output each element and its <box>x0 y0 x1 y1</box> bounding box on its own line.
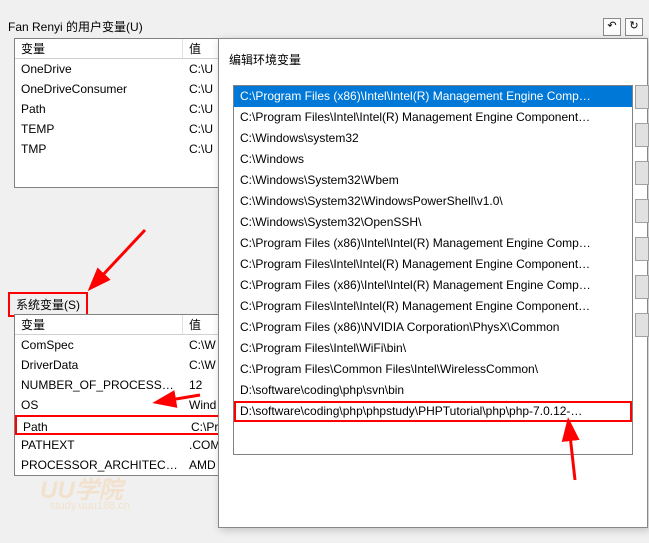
env-vars-window: Fan Renyi 的用户变量(U) ↶ ↻ 变量 值 OneDriveC:\U… <box>0 0 649 543</box>
dialog-button-5[interactable] <box>635 237 649 261</box>
path-item[interactable]: C:\Program Files\Intel\Intel(R) Manageme… <box>234 254 632 275</box>
path-item[interactable]: C:\Program Files (x86)\Intel\Intel(R) Ma… <box>234 275 632 296</box>
path-item[interactable]: C:\Program Files\Common Files\Intel\Wire… <box>234 359 632 380</box>
path-item[interactable]: C:\Windows\System32\OpenSSH\ <box>234 212 632 233</box>
path-item[interactable]: D:\software\coding\php\svn\bin <box>234 380 632 401</box>
path-item[interactable]: C:\Program Files (x86)\Intel\Intel(R) Ma… <box>234 233 632 254</box>
undo-button[interactable]: ↶ <box>603 18 621 36</box>
dialog-button-2[interactable] <box>635 123 649 147</box>
var-name: DriverData <box>15 355 183 375</box>
dialog-button-3[interactable] <box>635 161 649 185</box>
var-name: Path <box>17 417 185 433</box>
path-item[interactable]: C:\Program Files\Intel\Intel(R) Manageme… <box>234 296 632 317</box>
column-variable[interactable]: 变量 <box>15 315 183 334</box>
path-item[interactable]: C:\Program Files (x86)\NVIDIA Corporatio… <box>234 317 632 338</box>
dialog-button-1[interactable] <box>635 85 649 109</box>
path-item[interactable]: C:\Program Files\Intel\Intel(R) Manageme… <box>234 107 632 128</box>
var-name: TMP <box>15 139 183 159</box>
var-name: Path <box>15 99 183 119</box>
var-name: PATHEXT <box>15 435 183 455</box>
path-item-highlighted[interactable]: D:\software\coding\php\phpstudy\PHPTutor… <box>234 401 632 422</box>
path-item[interactable]: C:\Windows\system32 <box>234 128 632 149</box>
edit-env-var-dialog: 编辑环境变量 C:\Program Files (x86)\Intel\Inte… <box>218 38 648 528</box>
path-item[interactable]: C:\Windows\System32\WindowsPowerShell\v1… <box>234 191 632 212</box>
path-item[interactable]: C:\Windows <box>234 149 632 170</box>
dialog-button-6[interactable] <box>635 275 649 299</box>
refresh-button[interactable]: ↻ <box>625 18 643 36</box>
path-item[interactable]: C:\Windows\System32\Wbem <box>234 170 632 191</box>
watermark-url: study.uuu188.cn <box>50 500 130 512</box>
top-button-group: ↶ ↻ <box>603 18 643 36</box>
dialog-side-buttons <box>635 85 649 351</box>
column-variable[interactable]: 变量 <box>15 39 183 58</box>
var-name: OS <box>15 395 183 415</box>
path-list[interactable]: C:\Program Files (x86)\Intel\Intel(R) Ma… <box>233 85 633 455</box>
var-name: OneDrive <box>15 59 183 79</box>
var-name: TEMP <box>15 119 183 139</box>
var-name: NUMBER_OF_PROCESSORS <box>15 375 183 395</box>
var-name: ComSpec <box>15 335 183 355</box>
path-item[interactable]: C:\Program Files\Intel\WiFi\bin\ <box>234 338 632 359</box>
dialog-title: 编辑环境变量 <box>219 39 647 76</box>
path-item[interactable]: C:\Program Files (x86)\Intel\Intel(R) Ma… <box>234 86 632 107</box>
user-vars-section-label: Fan Renyi 的用户变量(U) <box>8 18 143 35</box>
dialog-button-4[interactable] <box>635 199 649 223</box>
dialog-button-7[interactable] <box>635 313 649 337</box>
var-name: OneDriveConsumer <box>15 79 183 99</box>
